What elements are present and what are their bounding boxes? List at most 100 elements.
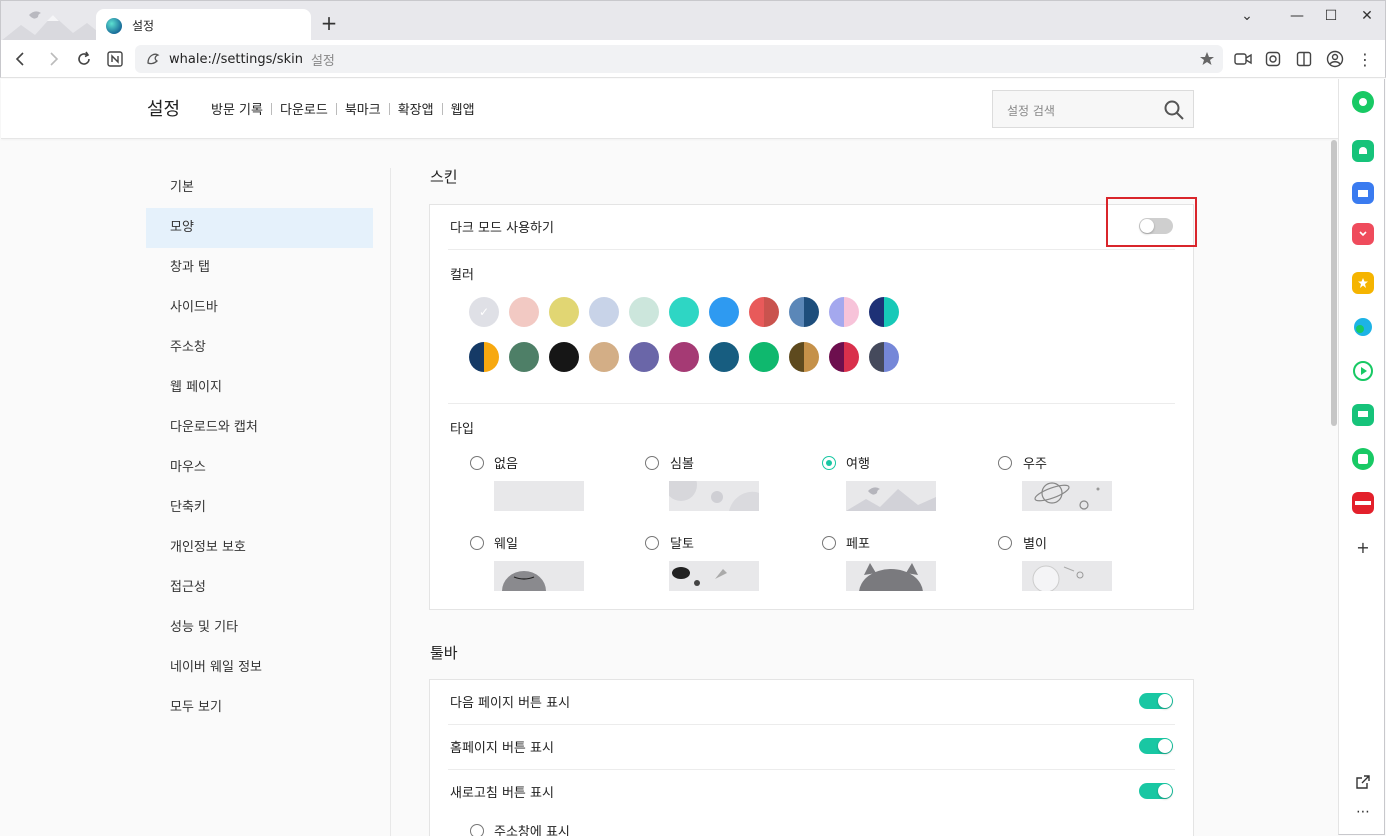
profile-icon[interactable] <box>1325 49 1345 69</box>
capture-icon[interactable] <box>1263 49 1283 69</box>
type-thumb-whale[interactable] <box>494 561 584 591</box>
link-separator <box>270 102 272 115</box>
open-external-icon[interactable] <box>1352 771 1374 793</box>
nav-item-performance[interactable]: 성능 및 기타 <box>146 608 373 648</box>
notification-bell-icon[interactable] <box>1352 140 1374 162</box>
nav-item-accessibility[interactable]: 접근성 <box>146 568 373 608</box>
color-swatch[interactable] <box>749 297 779 327</box>
video-icon[interactable] <box>1233 49 1253 69</box>
sidebar-more-icon[interactable]: ⋯ <box>1352 801 1374 823</box>
color-swatch[interactable] <box>509 297 539 327</box>
color-swatch[interactable] <box>869 297 899 327</box>
settings-search-input[interactable]: 설정 검색 <box>992 90 1194 128</box>
address-bar[interactable]: whale://settings/skin 설정 <box>135 45 1223 73</box>
nav-item-sidebar[interactable]: 사이드바 <box>146 288 373 328</box>
link-bookmarks[interactable]: 북마크 <box>345 99 381 118</box>
link-webapps[interactable]: 웹앱 <box>451 99 475 118</box>
type-radio-symbol[interactable] <box>645 456 659 470</box>
color-swatch[interactable] <box>469 342 499 372</box>
type-radio-whale[interactable] <box>470 536 484 550</box>
dark-mode-label: 다크 모드 사용하기 <box>450 221 554 236</box>
search-icon[interactable] <box>1163 99 1185 121</box>
green-dot-app-icon[interactable] <box>1352 91 1374 113</box>
nav-item-privacy[interactable]: 개인정보 보호 <box>146 528 373 568</box>
naver-green-app-icon[interactable] <box>1352 448 1374 470</box>
color-swatch[interactable] <box>709 297 739 327</box>
link-extensions[interactable]: 확장앱 <box>398 99 434 118</box>
type-thumb-travel[interactable] <box>846 481 936 511</box>
color-swatch[interactable] <box>829 342 859 372</box>
naver-home-icon[interactable] <box>105 49 125 69</box>
bookmark-star-icon[interactable] <box>1199 51 1215 67</box>
color-swatch[interactable] <box>509 342 539 372</box>
type-label-dalto: 달토 <box>670 537 694 552</box>
new-tab-button[interactable]: + <box>319 13 339 33</box>
sidebar-toggle-icon[interactable] <box>1294 49 1314 69</box>
color-swatch[interactable] <box>869 342 899 372</box>
reload-icon[interactable] <box>74 49 94 69</box>
nav-item-mouse[interactable]: 마우스 <box>146 448 373 488</box>
type-thumb-pepo[interactable] <box>846 561 936 591</box>
color-swatch[interactable] <box>629 342 659 372</box>
color-swatch[interactable] <box>829 297 859 327</box>
type-thumb-none[interactable] <box>494 481 584 511</box>
nav-item-appearance[interactable]: 모양 <box>146 208 373 248</box>
nav-item-download-capture[interactable]: 다운로드와 캡처 <box>146 408 373 448</box>
color-swatch[interactable] <box>629 297 659 327</box>
pocket-app-icon[interactable] <box>1352 223 1374 245</box>
type-thumb-dalto[interactable] <box>669 561 759 591</box>
color-swatch[interactable] <box>789 297 819 327</box>
nav-item-basic[interactable]: 기본 <box>146 168 373 208</box>
tab-settings[interactable]: 설정 <box>96 9 311 42</box>
add-app-icon[interactable]: + <box>1352 536 1374 558</box>
nav-item-about[interactable]: 네이버 웨일 정보 <box>146 648 373 688</box>
nav-item-web-page[interactable]: 웹 페이지 <box>146 368 373 408</box>
link-history[interactable]: 방문 기록 <box>211 99 263 118</box>
back-icon[interactable] <box>11 49 31 69</box>
minimize-icon[interactable]: — <box>1283 5 1311 27</box>
type-radio-space[interactable] <box>998 456 1012 470</box>
type-thumb-symbol[interactable] <box>669 481 759 511</box>
toggle-knob <box>1158 739 1172 753</box>
color-swatch[interactable] <box>549 297 579 327</box>
webtoon-app-icon[interactable] <box>1352 404 1374 426</box>
briefcase-app-icon[interactable] <box>1352 182 1374 204</box>
color-swatch[interactable] <box>549 342 579 372</box>
type-radio-byeol[interactable] <box>998 536 1012 550</box>
next-page-button-toggle[interactable] <box>1139 693 1173 709</box>
tab-list-chevron-icon[interactable]: ⌄ <box>1233 5 1261 27</box>
type-radio-dalto[interactable] <box>645 536 659 550</box>
nav-item-view-all[interactable]: 모두 보기 <box>146 688 373 728</box>
color-swatch[interactable] <box>789 342 819 372</box>
color-swatch[interactable] <box>749 342 779 372</box>
color-swatch[interactable] <box>669 297 699 327</box>
nav-item-shortcuts[interactable]: 단축키 <box>146 488 373 528</box>
scrollbar-thumb[interactable] <box>1331 140 1337 426</box>
nav-item-address-bar[interactable]: 주소창 <box>146 328 373 368</box>
home-button-toggle[interactable] <box>1139 738 1173 754</box>
color-swatch[interactable] <box>469 297 499 327</box>
dictionary-app-icon[interactable] <box>1352 316 1374 338</box>
color-swatch[interactable] <box>589 342 619 372</box>
play-app-icon[interactable] <box>1352 360 1374 382</box>
forward-icon[interactable] <box>43 49 63 69</box>
reload-button-toggle[interactable] <box>1139 783 1173 799</box>
nav-divider <box>390 168 391 836</box>
link-downloads[interactable]: 다운로드 <box>280 99 328 118</box>
color-swatch[interactable] <box>669 342 699 372</box>
type-radio-none[interactable] <box>470 456 484 470</box>
type-thumb-byeol[interactable] <box>1022 561 1112 591</box>
home-button-label: 홈페이지 버튼 표시 <box>450 741 554 756</box>
color-swatch[interactable] <box>589 297 619 327</box>
show-in-address-bar-radio[interactable] <box>470 824 484 836</box>
more-menu-icon[interactable]: ⋮ <box>1355 49 1375 69</box>
close-icon[interactable]: ✕ <box>1353 5 1381 27</box>
now-app-icon[interactable] <box>1352 492 1374 514</box>
maximize-icon[interactable]: ☐ <box>1317 5 1345 27</box>
type-radio-travel[interactable] <box>822 456 836 470</box>
color-swatch[interactable] <box>709 342 739 372</box>
type-radio-pepo[interactable] <box>822 536 836 550</box>
type-thumb-space[interactable] <box>1022 481 1112 511</box>
star-app-icon[interactable] <box>1352 272 1374 294</box>
nav-item-windows-tabs[interactable]: 창과 탭 <box>146 248 373 288</box>
